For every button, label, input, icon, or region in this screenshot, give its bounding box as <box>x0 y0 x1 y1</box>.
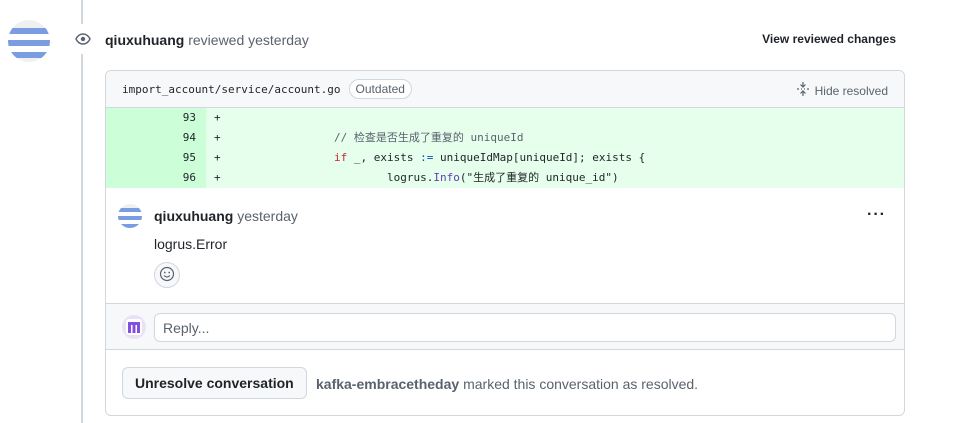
eye-icon <box>68 24 98 54</box>
diff-line: 96 + logrus.Info("生成了重复的 unique_id") <box>106 168 904 188</box>
smiley-icon <box>159 266 175 285</box>
timeline-line <box>81 0 83 423</box>
file-path[interactable]: import_account/service/account.go <box>122 83 341 96</box>
avatar[interactable] <box>118 204 142 228</box>
code-text: if _, exists := uniqueIdMap[uniqueId]; e… <box>334 148 645 168</box>
add-reaction-button[interactable] <box>154 262 180 288</box>
outdated-badge: Outdated <box>348 79 412 99</box>
code-keyword: if <box>334 151 348 164</box>
hide-resolved-label: Hide resolved <box>814 83 888 98</box>
code-comment: // 检查是否生成了重复的 uniqueId <box>334 131 524 144</box>
comment-meta: qiuxuhuang yesterday <box>154 208 298 224</box>
comment-body: logrus.Error <box>154 236 228 252</box>
review-comment: qiuxuhuang yesterday ··· logrus.Error <box>106 188 904 304</box>
kebab-icon[interactable]: ··· <box>867 206 886 224</box>
diff-sign: + <box>214 131 221 144</box>
line-number[interactable]: 95 <box>106 148 206 168</box>
review-author[interactable]: qiuxuhuang <box>105 32 184 48</box>
diff-line: 95 + if _, exists := uniqueIdMap[uniqueI… <box>106 148 904 168</box>
code-operator: := <box>420 151 434 164</box>
resolution-row: Unresolve conversation kafka-embracethed… <box>106 350 904 415</box>
line-number[interactable]: 96 <box>106 168 206 188</box>
diff-sign: + <box>214 111 221 124</box>
comment-author[interactable]: qiuxuhuang <box>154 208 233 224</box>
diff-line: 93 + <box>106 108 904 128</box>
review-action: reviewed yesterday <box>188 32 309 48</box>
review-header: qiuxuhuang reviewed yesterday <box>105 32 309 48</box>
resolver-name[interactable]: kafka-embracetheday <box>316 376 459 392</box>
reply-input[interactable] <box>154 313 896 342</box>
line-number[interactable]: 93 <box>106 108 206 128</box>
unfold-icon <box>796 82 809 99</box>
view-reviewed-changes-link[interactable]: View reviewed changes <box>762 32 896 46</box>
review-thread: import_account/service/account.go Outdat… <box>105 70 905 416</box>
code-function: Info <box>433 171 460 184</box>
unresolve-conversation-button[interactable]: Unresolve conversation <box>122 367 307 399</box>
avatar[interactable] <box>8 20 50 62</box>
file-header: import_account/service/account.go Outdat… <box>106 71 904 108</box>
comment-time[interactable]: yesterday <box>237 208 298 224</box>
diff-hunk: 93 + 94 + // 检查是否生成了重复的 uniqueId 95 + if… <box>106 108 904 188</box>
code-segment: uniqueIdMap[uniqueId]; exists { <box>433 151 646 164</box>
code-segment: logrus. <box>387 171 434 184</box>
diff-sign: + <box>214 151 221 164</box>
line-number[interactable]: 94 <box>106 128 206 148</box>
code-segment: ("生成了重复的 unique_id") <box>459 171 619 184</box>
avatar[interactable] <box>122 315 146 339</box>
code-text: logrus.Info("生成了重复的 unique_id") <box>387 168 619 188</box>
diff-line: 94 + // 检查是否生成了重复的 uniqueId <box>106 128 904 148</box>
resolution-message: marked this conversation as resolved. <box>459 376 699 392</box>
code-segment: _, exists <box>347 151 421 164</box>
reply-area <box>106 304 904 350</box>
resolution-text: kafka-embracetheday marked this conversa… <box>316 376 698 392</box>
hide-resolved-button[interactable]: Hide resolved <box>796 82 888 99</box>
diff-sign: + <box>214 171 221 184</box>
